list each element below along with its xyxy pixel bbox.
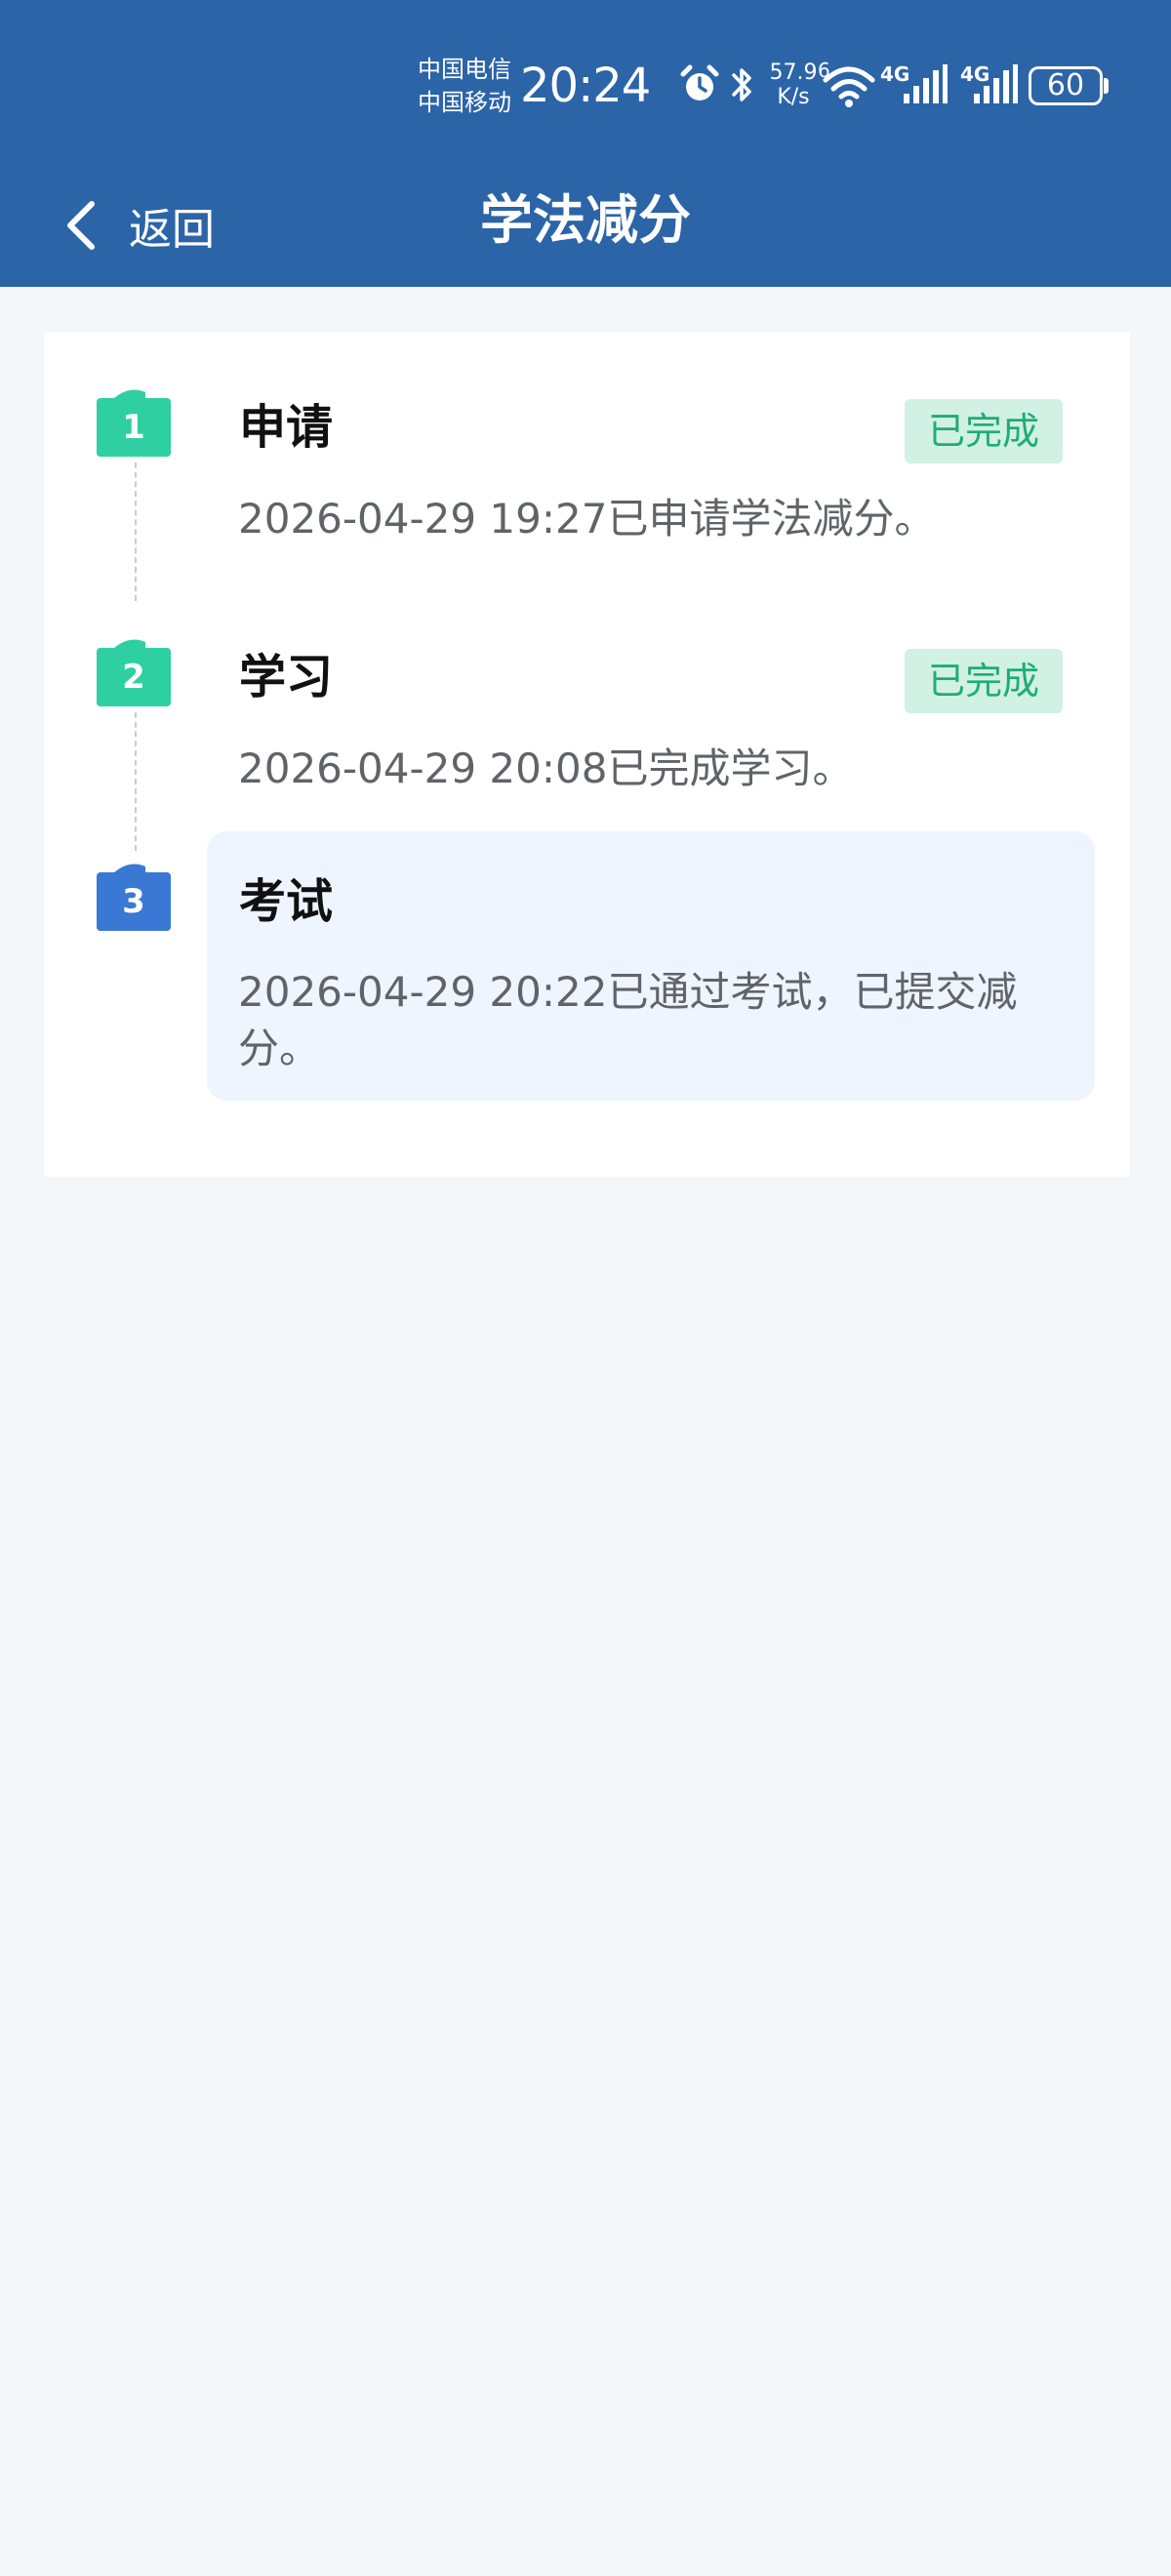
net-speed-value: 57.9 (769, 60, 818, 85)
step-number-badge: 2 (97, 636, 171, 710)
step-description: 2026-04-29 19:27已申请学法减分。 (238, 495, 936, 543)
step-title: 学习 (239, 650, 334, 704)
step-number-badge: 3 (97, 861, 171, 935)
step-connector (135, 712, 137, 851)
step-description: 2026-04-29 20:08已完成学习。 (238, 745, 854, 792)
chevron-left-icon (67, 201, 95, 250)
step-number: 3 (122, 882, 145, 921)
battery-tip (1104, 78, 1109, 94)
alarm-icon (680, 64, 719, 101)
step-title: 考试 (239, 874, 334, 929)
back-label: 返回 (129, 205, 215, 255)
battery-icon: 60 (1029, 66, 1103, 105)
status-badge: 已完成 (905, 649, 1063, 713)
step-number: 1 (122, 408, 145, 447)
battery-level: 60 (1046, 68, 1085, 102)
step-number-badge: 1 (97, 386, 171, 461)
signal-icon (974, 64, 1018, 103)
status-badge: 已完成 (905, 399, 1063, 463)
nav-bar: 学法减分 返回 (0, 172, 1171, 287)
carrier-info: 中国电信 中国移动 (418, 53, 525, 119)
progress-card: 1 申请 已完成 2026-04-29 19:27已申请学法减分。 2 学习 已… (44, 332, 1130, 1177)
status-bar: 中国电信 中国移动 20:24 57.9 K/s 6 4G 4G 60 (0, 0, 1171, 172)
app-header: 中国电信 中国移动 20:24 57.9 K/s 6 4G 4G 60 学法减分… (0, 0, 1171, 287)
step-item-exam: 3 考试 2026-04-29 20:22已通过考试，已提交减分。 (44, 831, 1130, 1110)
status-time: 20:24 (520, 59, 651, 113)
wifi-label: 6 (818, 59, 830, 82)
net-speed-unit: K/s (777, 85, 810, 109)
back-button[interactable]: 返回 (59, 181, 254, 269)
step-description: 2026-04-29 20:22已通过考试，已提交减分。 (238, 968, 1018, 1072)
net-speed: 57.9 K/s (765, 60, 822, 109)
signal-icon (904, 64, 948, 103)
step-title: 申请 (239, 400, 334, 455)
carrier-1: 中国电信 (418, 56, 511, 83)
step-item-apply: 1 申请 已完成 2026-04-29 19:27已申请学法减分。 (44, 332, 1130, 601)
step-item-study: 2 学习 已完成 2026-04-29 20:08已完成学习。 (44, 582, 1130, 851)
carrier-2: 中国移动 (418, 89, 511, 116)
step-connector (135, 463, 137, 601)
step-number: 2 (122, 658, 145, 697)
bluetooth-icon (732, 68, 751, 101)
